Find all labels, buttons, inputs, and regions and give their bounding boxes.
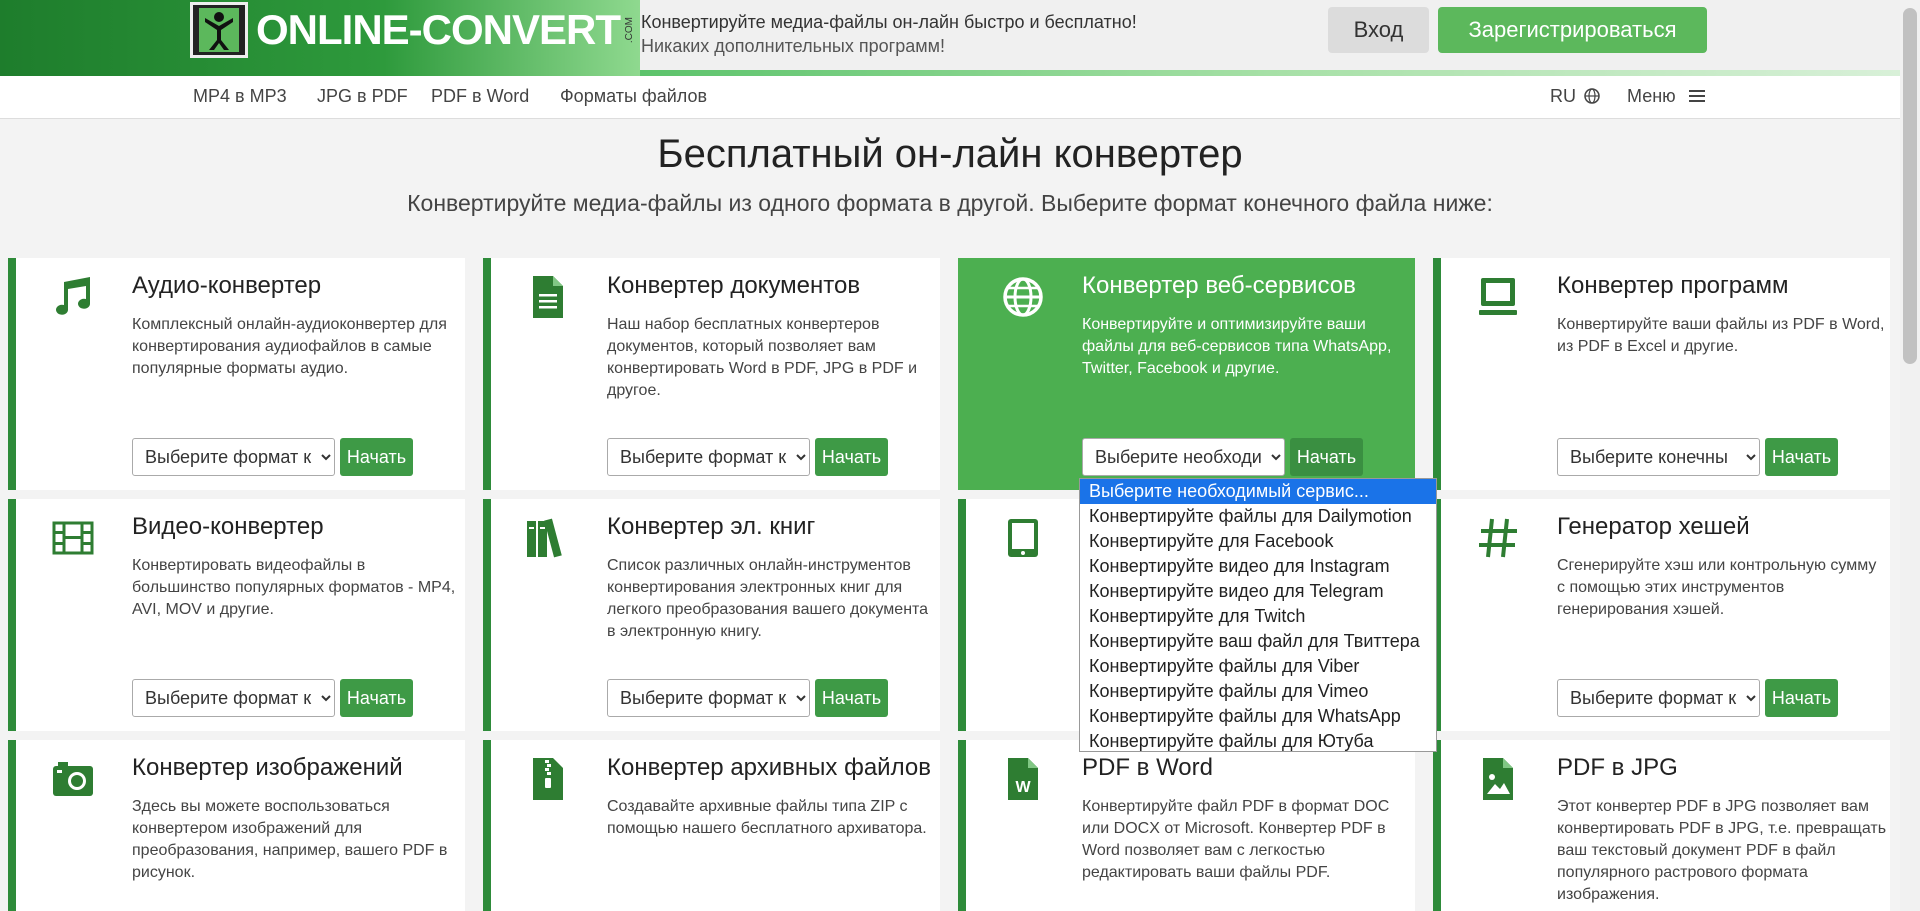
card-description: Конвертировать видеофайлы в большинство … bbox=[132, 557, 456, 618]
dropdown-option[interactable]: Конвертируйте для Twitch bbox=[1080, 604, 1436, 629]
tagline-main: Конвертируйте медиа-файлы он-лайн быстро… bbox=[641, 12, 1137, 32]
format-select[interactable]: Выберите конечны bbox=[1557, 438, 1760, 476]
card-title: Конвертер документов bbox=[607, 272, 861, 299]
card-software-converter: Конвертер программ Конвертируйте ваши фа… bbox=[1433, 258, 1890, 490]
globe-icon bbox=[1003, 277, 1043, 317]
start-button[interactable]: Начать bbox=[815, 438, 888, 476]
logo-text: ONLINE-CONVERT bbox=[256, 6, 621, 53]
service-select[interactable]: Выберите необходи bbox=[1082, 438, 1285, 476]
nav-link-jpg-pdf[interactable]: JPG в PDF bbox=[317, 86, 408, 107]
format-select[interactable]: Выберите формат к bbox=[607, 679, 810, 717]
hash-icon bbox=[1479, 518, 1517, 558]
document-icon bbox=[533, 276, 563, 318]
logo-figure-icon bbox=[190, 2, 248, 58]
tablet-icon bbox=[1008, 519, 1038, 557]
dropdown-option[interactable]: Конвертируйте файлы для Dailymotion bbox=[1080, 504, 1436, 529]
dropdown-option[interactable]: Конвертируйте ваш файл для Твиттера bbox=[1080, 629, 1436, 654]
card-title: Видео-конвертер bbox=[132, 513, 324, 540]
dropdown-option[interactable]: Конвертируйте файлы для WhatsApp bbox=[1080, 704, 1436, 729]
card-title: Конвертер изображений bbox=[132, 754, 403, 781]
card-description: Наш набор бесплатных конвертеров докумен… bbox=[607, 316, 918, 399]
menu-button[interactable]: Меню bbox=[1627, 86, 1705, 107]
menu-label: Меню bbox=[1627, 86, 1676, 106]
globe-small-icon bbox=[1584, 88, 1600, 104]
site-logo[interactable]: ONLINE-CONVERT .COM bbox=[190, 2, 635, 58]
monitor-icon bbox=[1479, 278, 1517, 315]
nav-bar: MP4 в MP3 JPG в PDF PDF в Word Форматы ф… bbox=[0, 76, 1900, 119]
card-description: Здесь вы можете воспользоваться конверте… bbox=[132, 798, 448, 881]
tagline-sub: Никаких дополнительных программ! bbox=[641, 36, 945, 56]
archive-icon bbox=[533, 758, 563, 800]
card-title: Конвертер веб-сервисов bbox=[1082, 272, 1356, 299]
card-description: Конвертируйте файл PDF в формат DOC или … bbox=[1082, 798, 1390, 881]
header-tagline: Конвертируйте медиа-файлы он-лайн быстро… bbox=[641, 10, 1137, 58]
start-button[interactable]: Начать bbox=[1290, 438, 1363, 476]
dropdown-option[interactable]: Конвертируйте видео для Telegram bbox=[1080, 579, 1436, 604]
hamburger-icon bbox=[1688, 90, 1705, 102]
logo-com: .COM bbox=[624, 16, 635, 44]
language-label: RU bbox=[1550, 86, 1576, 106]
card-title: Конвертер архивных файлов bbox=[607, 754, 931, 781]
word-file-icon: W bbox=[1008, 758, 1038, 800]
card-image-converter: Конвертер изображений Здесь вы можете во… bbox=[8, 740, 465, 911]
nav-link-pdf-word[interactable]: PDF в Word bbox=[431, 86, 529, 107]
card-web-service-converter: Конвертер веб-сервисов Конвертируйте и о… bbox=[958, 258, 1415, 490]
register-button[interactable]: Зарегистрироваться bbox=[1438, 7, 1707, 53]
page-subtitle: Конвертируйте медиа-файлы из одного форм… bbox=[407, 190, 1493, 216]
film-icon bbox=[52, 521, 94, 555]
card-archive-converter: Конвертер архивных файлов Создавайте арх… bbox=[483, 740, 940, 911]
card-description: Создавайте архивные файлы типа ZIP с пом… bbox=[607, 798, 927, 837]
card-pdf-to-word: W PDF в Word Конвертируйте файл PDF в фо… bbox=[958, 740, 1415, 911]
format-select[interactable]: Выберите формат к bbox=[132, 438, 335, 476]
start-button[interactable]: Начать bbox=[340, 679, 413, 717]
card-title: PDF в Word bbox=[1082, 754, 1213, 781]
dropdown-option[interactable]: Конвертируйте для Facebook bbox=[1080, 529, 1436, 554]
page-title: Бесплатный он-лайн конвертер bbox=[657, 132, 1243, 176]
scrollbar-thumb[interactable] bbox=[1903, 8, 1917, 364]
login-button[interactable]: Вход bbox=[1328, 7, 1429, 53]
card-description: Конвертируйте и оптимизируйте ваши файлы… bbox=[1082, 316, 1392, 377]
card-description: Список различных онлайн-инструментов кон… bbox=[607, 557, 929, 640]
service-dropdown-list[interactable]: Выберите необходимый сервис... Конвертир… bbox=[1079, 478, 1437, 752]
card-description: Этот конвертер PDF в JPG позволяет вам к… bbox=[1557, 798, 1887, 903]
card-title: Конвертер эл. книг bbox=[607, 513, 816, 540]
dropdown-option[interactable]: Выберите необходимый сервис... bbox=[1080, 479, 1436, 504]
dropdown-option[interactable]: Конвертируйте файлы для Vimeo bbox=[1080, 679, 1436, 704]
image-file-icon bbox=[1483, 758, 1513, 800]
card-description: Сгенерируйте хэш или контрольную сумму с… bbox=[1557, 557, 1877, 618]
card-pdf-to-jpg: PDF в JPG Этот конвертер PDF в JPG позво… bbox=[1433, 740, 1890, 911]
card-title: Конвертер программ bbox=[1557, 272, 1789, 299]
card-title: PDF в JPG bbox=[1557, 754, 1678, 781]
card-hash-generator: Генератор хешей Сгенерируйте хэш или кон… bbox=[1433, 499, 1890, 731]
language-selector[interactable]: RU bbox=[1550, 86, 1600, 107]
svg-text:W: W bbox=[1015, 779, 1031, 796]
card-title: Аудио-конвертер bbox=[132, 272, 322, 299]
card-audio-converter: Аудио-конвертер Комплексный онлайн-аудио… bbox=[8, 258, 465, 490]
card-video-converter: Видео-конвертер Конвертировать видеофайл… bbox=[8, 499, 465, 731]
format-select[interactable]: Выберите формат к bbox=[132, 679, 335, 717]
card-title: Генератор хешей bbox=[1557, 513, 1750, 540]
card-ebook-converter: Конвертер эл. книг Список различных онла… bbox=[483, 499, 940, 731]
dropdown-option[interactable]: Конвертируйте файлы для Ютуба bbox=[1080, 729, 1436, 754]
nav-link-formats[interactable]: Форматы файлов bbox=[560, 86, 707, 107]
card-description: Комплексный онлайн-аудиоконвертер для ко… bbox=[132, 316, 447, 377]
camera-icon bbox=[53, 762, 93, 796]
start-button[interactable]: Начать bbox=[815, 679, 888, 717]
card-document-converter: Конвертер документов Наш набор бесплатны… bbox=[483, 258, 940, 490]
start-button[interactable]: Начать bbox=[340, 438, 413, 476]
start-button[interactable]: Начать bbox=[1765, 438, 1838, 476]
nav-link-mp4-mp3[interactable]: MP4 в MP3 bbox=[193, 86, 287, 107]
dropdown-option[interactable]: Конвертируйте видео для Instagram bbox=[1080, 554, 1436, 579]
format-select[interactable]: Выберите формат к bbox=[1557, 679, 1760, 717]
music-note-icon bbox=[56, 277, 90, 315]
format-select[interactable]: Выберите формат к bbox=[607, 438, 810, 476]
card-description: Конвертируйте ваши файлы из PDF в Word, … bbox=[1557, 316, 1885, 355]
books-icon bbox=[527, 518, 562, 558]
dropdown-option[interactable]: Конвертируйте файлы для Viber bbox=[1080, 654, 1436, 679]
start-button[interactable]: Начать bbox=[1765, 679, 1838, 717]
